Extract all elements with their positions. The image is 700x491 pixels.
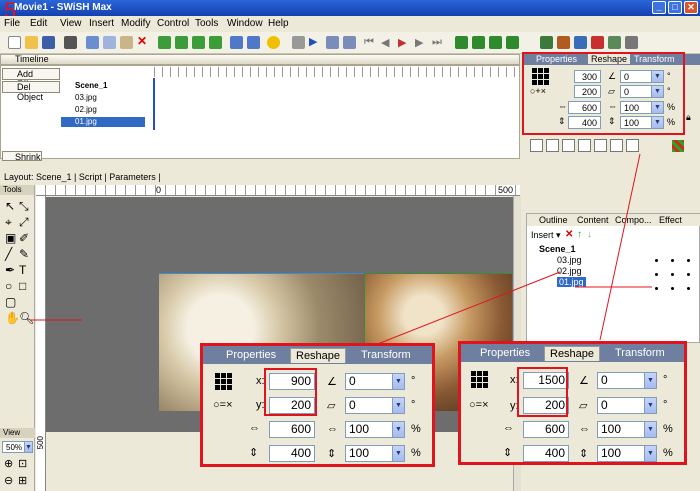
tab-reshape[interactable]: Reshape [544,346,601,361]
unit-label: % [663,447,673,459]
tab-transform[interactable]: Transform [356,348,416,363]
skew-select[interactable]: 0 ▼ [345,397,405,414]
tab-properties[interactable]: Properties [221,348,281,363]
tab-properties[interactable]: Properties [475,346,535,361]
skew-icon: ▱ [579,400,588,412]
callout-panel-left: Properties Reshape Transform ○=× x: y: 9… [200,343,435,467]
scale-x-select[interactable]: 100 ▼ [597,421,657,438]
anchor-mode-icon[interactable]: ○=× [213,399,233,411]
unit-label: ° [663,374,668,386]
anchor-grid-icon[interactable] [215,373,232,390]
scale-x-icon: ⇔ [327,423,338,435]
rotate-icon: ∠ [579,375,589,387]
scale-x-select[interactable]: 100 ▼ [345,421,405,438]
tab-reshape[interactable]: Reshape [290,348,347,363]
scale-y-select[interactable]: 100 ▼ [345,445,405,462]
anchor-mode-icon[interactable]: ○=× [469,399,489,411]
rotate-select[interactable]: 0 ▼ [597,372,657,389]
scale-y-icon: ⇕ [579,448,589,460]
width-icon: ⇔ [249,422,260,434]
height-icon: ⇕ [503,447,513,459]
skew-icon: ▱ [327,400,336,412]
unit-label: % [663,423,673,435]
scale-y-select[interactable]: 100 ▼ [597,445,657,462]
unit-label: ° [411,399,416,411]
width-field[interactable]: 600 [523,421,569,438]
tab-transform[interactable]: Transform [610,346,670,361]
callout-panel-right: Properties Reshape Transform ○=× x: y: 1… [458,341,687,465]
rotate-icon: ∠ [327,376,337,388]
rotate-select[interactable]: 0 ▼ [345,373,405,390]
callout-tabs: Properties Reshape Transform [203,346,432,364]
anchor-grid-icon[interactable] [471,371,488,388]
unit-label: ° [411,375,416,387]
height-field[interactable]: 400 [269,445,315,462]
highlight-box [517,367,568,417]
highlight-box [264,368,317,416]
unit-label: % [411,447,421,459]
unit-label: ° [663,399,668,411]
height-icon: ⇕ [249,447,259,459]
width-icon: ⇔ [503,422,514,434]
width-field[interactable]: 600 [269,421,315,438]
height-field[interactable]: 400 [523,445,569,462]
unit-label: % [411,423,421,435]
callout-tabs: Properties Reshape Transform [461,344,684,362]
scale-x-icon: ⇔ [579,423,590,435]
skew-select[interactable]: 0 ▼ [597,397,657,414]
scale-y-icon: ⇕ [327,448,337,460]
